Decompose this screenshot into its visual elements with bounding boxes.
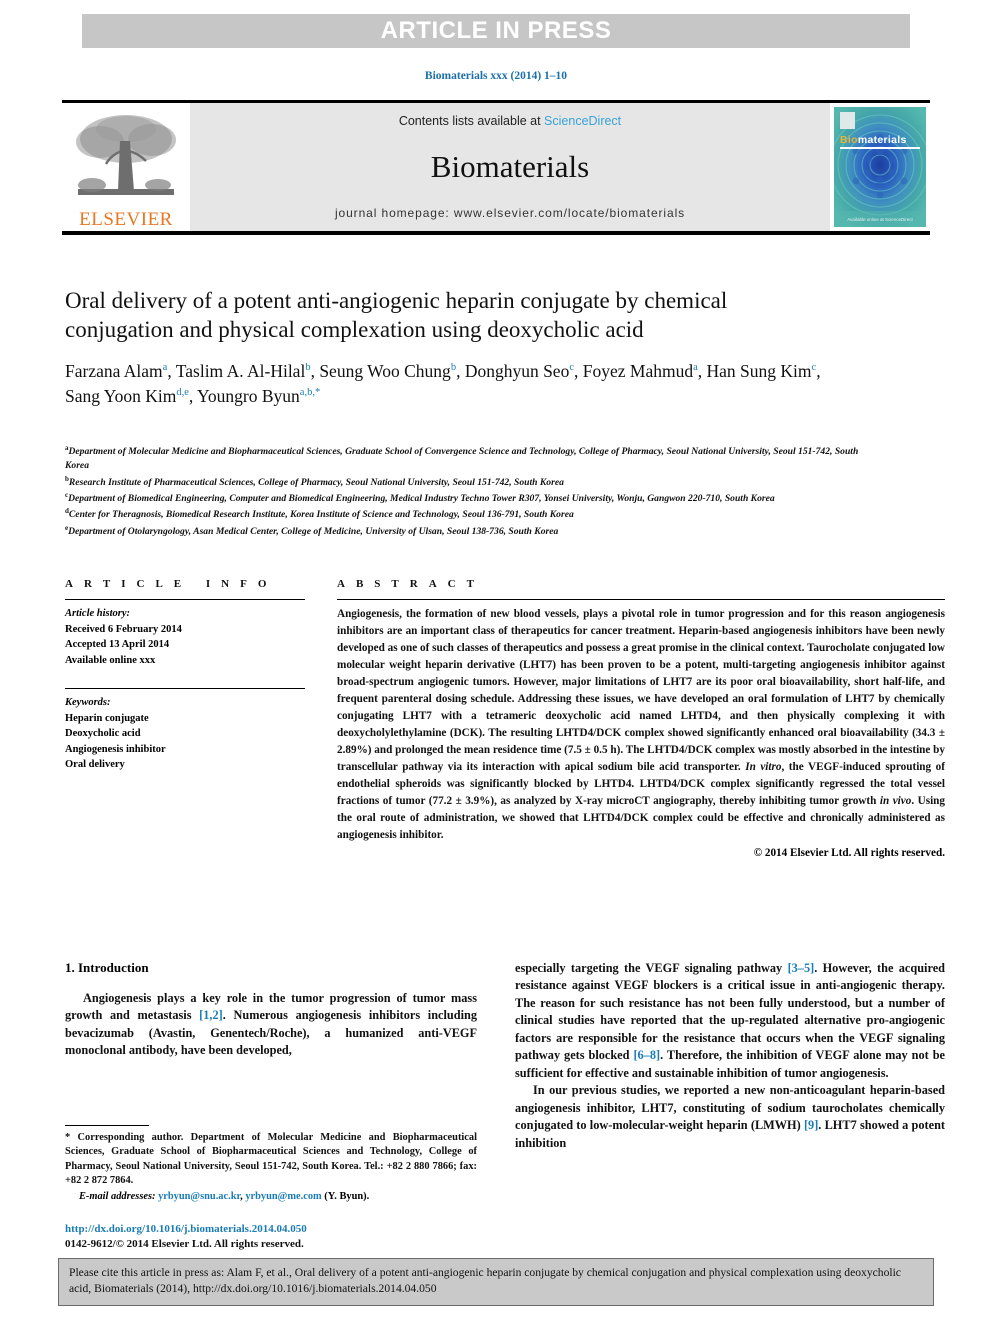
abstract-italic-in-vitro: In vitro (745, 761, 782, 774)
author-name: Farzana Alam (65, 360, 163, 381)
affiliation-list: aDepartment of Molecular Medicine and Bi… (65, 443, 865, 539)
elsevier-logo: ELSEVIER (62, 103, 190, 231)
affiliation-text: Department of Biomedical Engineering, Co… (68, 493, 775, 505)
sciencedirect-link[interactable]: ScienceDirect (544, 114, 621, 128)
keyword-item: Deoxycholic acid (65, 728, 141, 740)
article-history-item: Accepted 13 April 2014 (65, 639, 170, 651)
author-affiliation-marker: b (450, 362, 457, 374)
corresponding-author-footnote: * Corresponding author. Department of Mo… (65, 1125, 477, 1205)
affiliation-text: Research Institute of Pharmaceutical Sci… (68, 476, 564, 488)
journal-masthead: ELSEVIER Contents lists available at Sci… (62, 100, 930, 235)
author-affiliation-marker: b (305, 362, 311, 374)
cover-title-bio: Bio (840, 134, 858, 146)
email-link-snu[interactable]: yrbyun@snu.ac.kr (158, 1191, 240, 1202)
article-in-press-label: ARTICLE IN PRESS (380, 17, 612, 44)
author-affiliation-marker: c (569, 362, 574, 374)
author-list: Farzana Alama, Taslim A. Al-Hilalb, Seun… (65, 360, 821, 406)
cover-title-underline (840, 147, 920, 149)
author-affiliation-marker: d,e (176, 386, 189, 398)
article-in-press-banner: ARTICLE IN PRESS (82, 14, 910, 48)
affiliation-entry: aDepartment of Molecular Medicine and Bi… (65, 443, 865, 474)
article-info-heading: A R T I C L E I N F O (65, 578, 271, 590)
keyword-item: Oral delivery (65, 758, 125, 770)
introduction-heading: 1. Introduction (65, 960, 149, 975)
intro-paragraph-left: Angiogenesis plays a key role in the tum… (65, 990, 477, 1060)
abstract-part-1: Angiogenesis, the formation of new blood… (337, 608, 945, 774)
article-info-rule (65, 599, 305, 600)
abstract-rule (337, 599, 945, 600)
cover-journal-title: Biomaterials (840, 134, 907, 146)
affiliation-text: Center for Theragnosis, Biomedical Resea… (68, 509, 574, 521)
author-affiliation-marker: a,b,* (299, 386, 321, 398)
intro-right-text-a: especially targeting the VEGF signaling … (515, 961, 788, 975)
email-addresses-label: E-mail addresses: (79, 1191, 156, 1203)
masthead-center: Contents lists available at ScienceDirec… (190, 103, 830, 231)
author-name: Donghyun Seo (464, 360, 570, 381)
abstract-copyright: © 2014 Elsevier Ltd. All rights reserved… (753, 847, 945, 860)
contents-lists-prefix: Contents lists available at (398, 114, 545, 128)
article-history-label: Article history: (65, 608, 131, 619)
intro-paragraph-right-1: especially targeting the VEGF signaling … (515, 960, 945, 1082)
author-affiliation-marker: a (162, 362, 168, 374)
issn-copyright-line: 0142-9612/© 2014 Elsevier Ltd. All right… (65, 1237, 304, 1250)
cite-this-article-text: Please cite this article in press as: Al… (69, 1266, 901, 1296)
affiliation-entry: bResearch Institute of Pharmaceutical Sc… (65, 474, 865, 490)
footnote-divider (65, 1125, 149, 1126)
article-history-item: Received 6 February 2014 (65, 624, 182, 636)
keyword-item: Heparin conjugate (65, 713, 149, 725)
cover-publisher-logo-icon (840, 112, 855, 129)
keywords-label: Keywords: (65, 696, 111, 708)
email-link-me[interactable]: yrbyun@me.com (245, 1191, 321, 1202)
author-name: Han Sung Kim (706, 360, 812, 381)
author-name: Sang Yoon Kim (65, 385, 177, 406)
affiliation-entry: cDepartment of Biomedical Engineering, C… (65, 490, 865, 506)
article-history-list: Received 6 February 2014 Accepted 13 Apri… (65, 622, 305, 668)
elsevier-wordmark: ELSEVIER (79, 209, 173, 230)
author-affiliation-marker: c (811, 362, 817, 374)
elsevier-tree-icon (76, 115, 176, 195)
introduction-left-column: 1. Introduction Angiogenesis plays a key… (65, 960, 477, 1060)
intro-paragraph-right-2: In our previous studies, we reported a n… (515, 1082, 945, 1152)
article-history-item: Available online xxx (65, 654, 156, 666)
cite-this-article-box: Please cite this article in press as: Al… (58, 1258, 934, 1306)
citation-ref-1-2[interactable]: [1,2] (199, 1008, 223, 1022)
affiliation-entry: eDepartment of Otolaryngology, Asan Medi… (65, 523, 865, 539)
cover-title-materials: materials (857, 134, 907, 146)
journal-cover-image: Biomaterials Available online at Science… (834, 107, 926, 227)
affiliation-text: Department of Molecular Medicine and Bio… (65, 446, 859, 472)
keyword-item: Angiogenesis inhibitor (65, 743, 166, 755)
keywords-list: Heparin conjugate Deoxycholic acid Angioge… (65, 711, 305, 772)
corresponding-author-text: * Corresponding author. Department of Mo… (65, 1132, 477, 1187)
author-name: Seung Woo Chung (319, 360, 451, 381)
masthead-bottom-rule (62, 231, 930, 235)
author-name: Foyez Mahmud (582, 360, 694, 381)
cover-footer-text: Available online at ScienceDirect (847, 217, 913, 222)
affiliation-entry: dCenter for Theragnosis, Biomedical Rese… (65, 506, 865, 522)
journal-reference-line: Biomaterials xxx (2014) 1–10 (424, 70, 568, 82)
title-and-authors: Oral delivery of a potent anti-angiogeni… (65, 286, 821, 409)
author-name: Taslim A. Al-Hilal (175, 360, 306, 381)
citation-ref-3-5[interactable]: [3–5] (788, 961, 815, 975)
journal-title: Biomaterials (430, 149, 590, 184)
abstract-column: A B S T R A C T Angiogenesis, the format… (337, 578, 945, 859)
introduction-right-column: especially targeting the VEGF signaling … (515, 960, 945, 1152)
abstract-body: Angiogenesis, the formation of new blood… (337, 606, 945, 844)
article-info-column: A R T I C L E I N F O Article history: R… (65, 578, 305, 772)
abstract-italic-in-vivo: in vivo (879, 795, 912, 808)
affiliation-text: Department of Otolaryngology, Asan Medic… (68, 525, 559, 537)
citation-ref-9[interactable]: [9] (804, 1118, 818, 1132)
author-name: Youngro Byun (197, 385, 300, 406)
abstract-heading: A B S T R A C T (337, 578, 479, 590)
citation-ref-6-8[interactable]: [6–8] (633, 1048, 660, 1062)
doi-and-issn-block: http://dx.doi.org/10.1016/j.biomaterials… (65, 1222, 477, 1252)
email-suffix: (Y. Byun). (321, 1191, 370, 1203)
journal-cover-thumbnail: Biomaterials Available online at Science… (830, 103, 930, 231)
journal-homepage-line[interactable]: journal homepage: www.elsevier.com/locat… (335, 206, 685, 220)
keywords-rule (65, 687, 305, 689)
doi-link[interactable]: http://dx.doi.org/10.1016/j.biomaterials… (65, 1222, 477, 1237)
email-addresses-line: E-mail addresses: yrbyun@snu.ac.kr, yrby… (65, 1190, 477, 1204)
paper-title: Oral delivery of a potent anti-angiogeni… (65, 288, 728, 343)
contents-lists-line: Contents lists available at ScienceDirec… (399, 114, 621, 128)
author-affiliation-marker: a (693, 362, 698, 374)
